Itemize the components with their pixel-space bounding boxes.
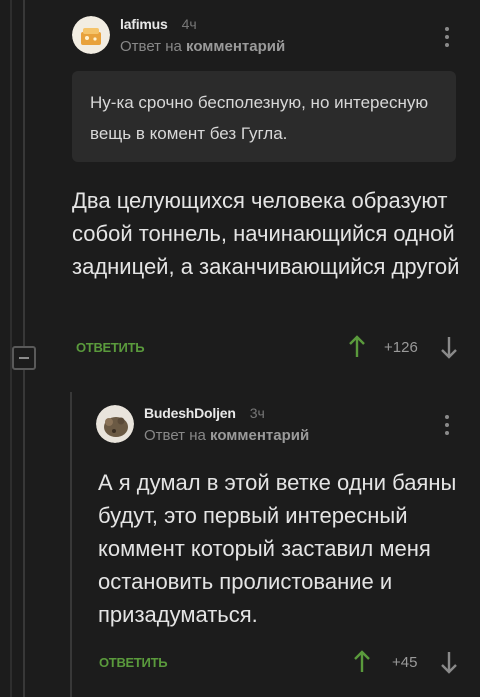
- timestamp: 3ч: [249, 405, 265, 421]
- reply-target-link[interactable]: комментарий: [210, 427, 309, 444]
- thread-line-main-lower[interactable]: [23, 370, 25, 697]
- collapse-thread-button[interactable]: [12, 346, 36, 370]
- author-name[interactable]: BudeshDoljen: [144, 405, 236, 421]
- more-options-icon[interactable]: [445, 415, 449, 439]
- reply-target-link[interactable]: комментарий: [186, 38, 285, 55]
- downvote-arrow-icon[interactable]: [440, 650, 458, 674]
- reply-to-line: Ответ на комментарий: [120, 38, 285, 55]
- quoted-comment: Ну-ка срочно бесполезную, но интересную …: [72, 71, 456, 162]
- comment-header: lafimus 4ч Ответ на комментарий: [72, 16, 285, 55]
- reply-prefix: Ответ на: [144, 427, 206, 444]
- more-options-icon[interactable]: [445, 27, 449, 51]
- comment-text: А я думал в этой ветке одни баяны будут,…: [98, 470, 457, 627]
- rating-score: +126: [384, 339, 418, 356]
- reply-button[interactable]: ОТВЕТИТЬ: [99, 655, 168, 670]
- rating-score: +45: [392, 654, 418, 671]
- reply-button[interactable]: ОТВЕТИТЬ: [76, 340, 145, 355]
- timestamp: 4ч: [181, 16, 197, 32]
- upvote-arrow-icon[interactable]: [353, 650, 371, 674]
- comment-text: Два целующихся человека образуют собой т…: [72, 188, 460, 279]
- downvote-arrow-icon[interactable]: [440, 335, 458, 359]
- avatar[interactable]: [96, 405, 134, 443]
- reply-prefix: Ответ на: [120, 38, 182, 55]
- thread-line-nested[interactable]: [70, 392, 72, 697]
- author-name[interactable]: lafimus: [120, 16, 168, 32]
- upvote-arrow-icon[interactable]: [348, 335, 366, 359]
- thread-line-main[interactable]: [23, 0, 25, 346]
- comment-header: BudeshDoljen 3ч Ответ на комментарий: [96, 405, 309, 444]
- reply-to-line: Ответ на комментарий: [144, 427, 309, 444]
- avatar[interactable]: [72, 16, 110, 54]
- minus-icon: [19, 357, 29, 359]
